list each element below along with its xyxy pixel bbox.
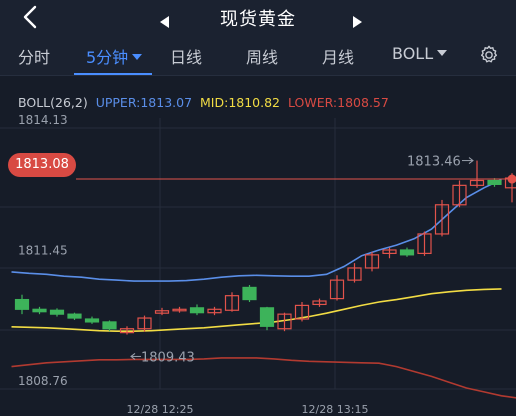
candle-body [84, 318, 100, 323]
lower-band-line [11, 357, 516, 399]
candle-up [312, 298, 327, 307]
candle-up [329, 275, 345, 301]
candle-body [399, 249, 415, 256]
candle-down [242, 284, 257, 302]
last-price-marker [507, 174, 516, 184]
y-axis-tick-label: 1808.76 [18, 374, 68, 388]
candle-down [14, 294, 30, 315]
boll-lower-value: LOWER:1808.57 [288, 95, 389, 110]
candle-body [259, 307, 275, 327]
chart-overlay: 1813.46 1809.43 [76, 155, 516, 365]
candle-up [137, 315, 152, 332]
candle-body [49, 309, 65, 315]
candle-up [224, 292, 240, 312]
upper-band-line [11, 178, 502, 282]
candle-down [259, 306, 275, 331]
candle-up [347, 263, 362, 283]
candle-down [32, 306, 47, 315]
candle-up [382, 247, 397, 259]
candle-up [294, 302, 310, 322]
candle-body [32, 308, 47, 313]
candle-up [434, 199, 450, 237]
candle-down [399, 247, 415, 257]
candle-body [14, 298, 30, 310]
x-axis-tick-label: 12/28 13:15 [302, 403, 369, 416]
y-axis-tick-label: 1811.45 [18, 243, 68, 257]
candle-down [84, 316, 100, 324]
candlestick-chart[interactable]: 1814.13 1811.45 1808.76 12/28 12:25 12/28 13… [0, 0, 516, 416]
candle-up [207, 306, 222, 316]
boll-mid-value: MID:1810.82 [200, 95, 281, 110]
x-axis-tick-label: 12/28 12:25 [127, 403, 194, 416]
candle-body [102, 321, 117, 330]
candle-up [469, 160, 485, 188]
candle-body [67, 313, 82, 319]
candle-up [154, 307, 170, 316]
boll-legend: BOLL(26,2) UPPER:1813.07 MID:1810.82 LOW… [18, 95, 393, 110]
candle-up [172, 306, 187, 313]
y-axis-tick-label: 1814.13 [18, 113, 68, 127]
bollinger-bands [11, 178, 516, 399]
candle-up [277, 312, 292, 332]
boll-name: BOLL(26,2) [18, 95, 88, 110]
current-price-badge: 1813.08 [8, 153, 76, 177]
candle-down [49, 308, 65, 317]
boll-upper-value: UPPER:1813.07 [95, 95, 193, 110]
candle-down [67, 312, 82, 320]
candle-body [189, 307, 205, 314]
candle-body [487, 179, 502, 185]
candle-body [242, 286, 257, 301]
candle-up [452, 180, 467, 208]
high-annotation-label: 1813.46 [407, 155, 461, 170]
low-annotation-label: 1809.43 [141, 350, 195, 365]
candles [14, 160, 516, 335]
candle-up [364, 251, 380, 272]
candle-down [189, 304, 205, 316]
